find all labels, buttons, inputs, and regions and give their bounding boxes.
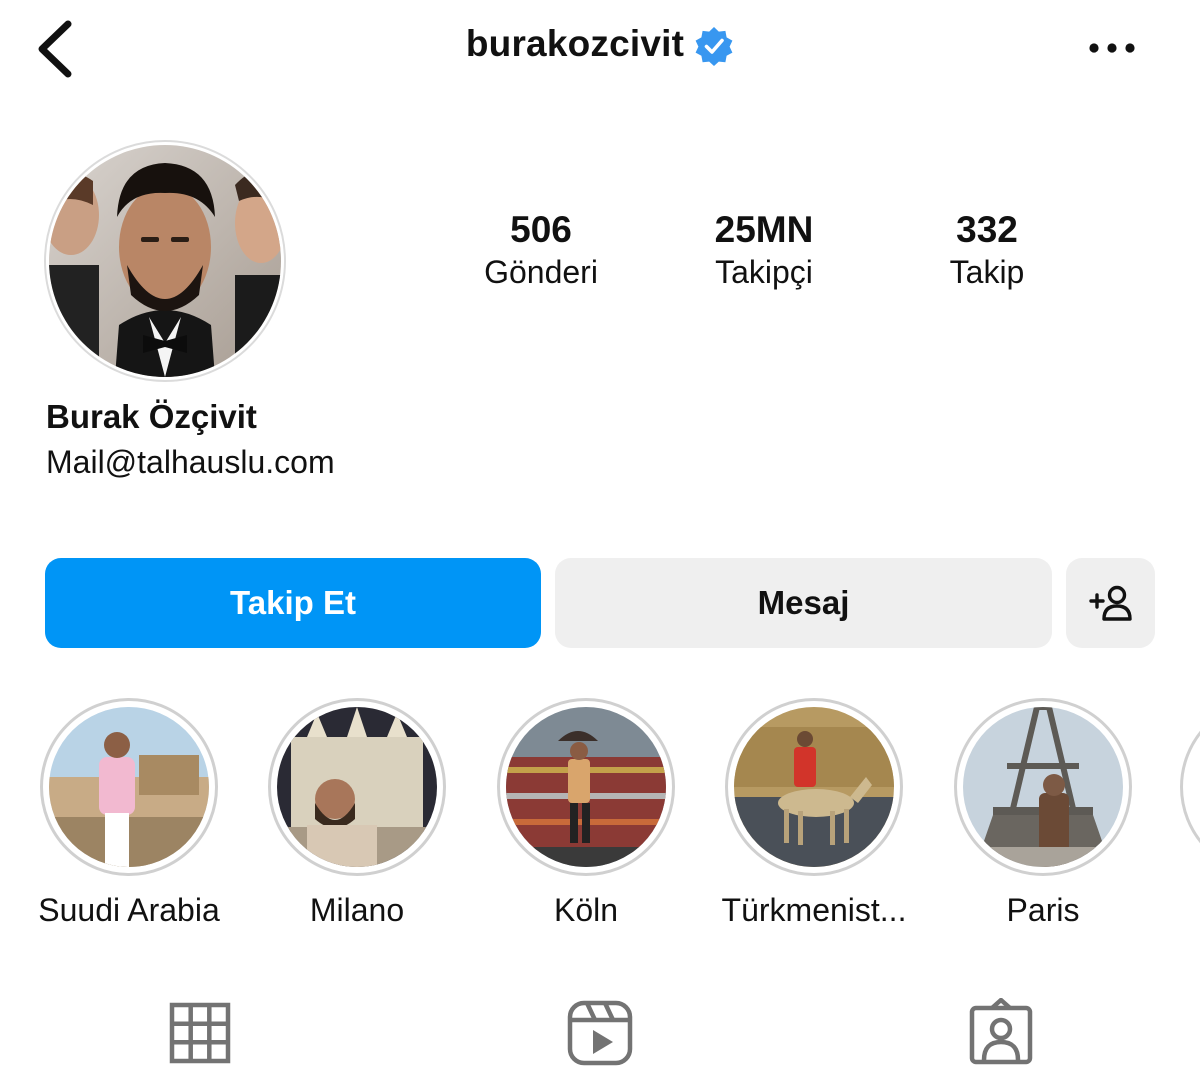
highlight-label: Suudi Arabia <box>38 892 220 928</box>
profile-stats: 506 Gönderi 25MN Takipçi 332 Takip <box>0 208 1200 308</box>
reels-icon[interactable] <box>565 998 635 1068</box>
add-person-icon <box>1088 585 1132 621</box>
highlight-suudi-arabia[interactable]: Suudi Arabia <box>14 698 244 929</box>
highlight-ring <box>954 698 1132 876</box>
highlight-cover <box>49 707 209 867</box>
highlight-label: Köln <box>553 892 619 928</box>
stat-label: Gönderi <box>484 254 598 290</box>
highlight-paris[interactable]: Paris <box>928 698 1158 929</box>
stat-label: Takipçi <box>715 254 813 290</box>
stat-value: 25MN <box>714 209 814 250</box>
highlight-cover <box>506 707 666 867</box>
stat-followers[interactable]: 25MN Takipçi <box>654 208 874 292</box>
stat-posts[interactable]: 506 Gönderi <box>431 208 651 292</box>
follow-button[interactable]: Takip Et <box>45 558 541 648</box>
highlight-ring <box>268 698 446 876</box>
stat-label: Takip <box>949 254 1025 290</box>
highlight-cover <box>963 707 1123 867</box>
suggest-accounts-button[interactable] <box>1066 558 1155 648</box>
profile-full-name: Burak Özçivit <box>46 398 257 435</box>
username: burakozcivit <box>465 23 685 64</box>
profile-bio: Mail@talhauslu.com <box>46 444 335 480</box>
verified-badge-icon <box>695 27 733 66</box>
highlight-koln[interactable]: Köln <box>471 698 701 929</box>
highlight-cover <box>277 707 437 867</box>
highlight-label: Türkmenist... <box>721 892 907 928</box>
stat-following[interactable]: 332 Takip <box>877 208 1097 292</box>
stat-value: 506 <box>510 209 572 250</box>
stat-value: 332 <box>956 209 1018 250</box>
story-highlights: Suudi Arabia Milano Köln Türkmenist... P… <box>0 690 1200 940</box>
more-horizontal-icon[interactable] <box>1084 30 1140 66</box>
message-button[interactable]: Mesaj <box>555 558 1052 648</box>
highlight-partial[interactable] <box>1180 698 1200 876</box>
highlight-ring <box>725 698 903 876</box>
highlight-ring <box>497 698 675 876</box>
highlight-label: Milano <box>309 892 405 928</box>
highlight-milano[interactable]: Milano <box>242 698 472 929</box>
highlight-turkmenistan[interactable]: Türkmenist... <box>699 698 929 929</box>
header-title: burakozcivit <box>0 22 1200 66</box>
tagged-icon[interactable] <box>966 998 1036 1068</box>
grid-icon[interactable] <box>165 998 235 1068</box>
highlight-ring <box>40 698 218 876</box>
highlight-cover <box>734 707 894 867</box>
highlight-label: Paris <box>1006 892 1080 928</box>
profile-header: burakozcivit <box>0 0 1200 100</box>
